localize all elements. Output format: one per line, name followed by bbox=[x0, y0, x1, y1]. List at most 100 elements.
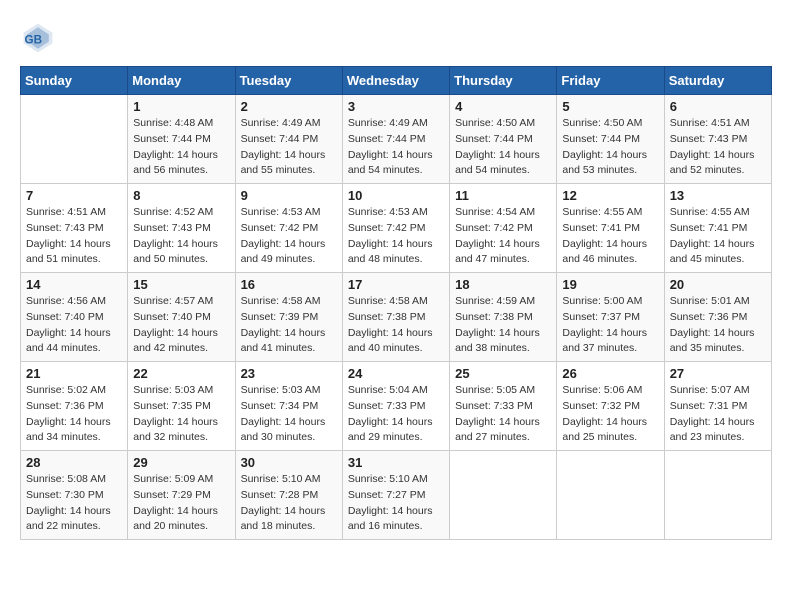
weekday-header: Tuesday bbox=[235, 67, 342, 95]
weekday-header: Saturday bbox=[664, 67, 771, 95]
day-number: 13 bbox=[670, 188, 766, 203]
day-number: 27 bbox=[670, 366, 766, 381]
day-number: 1 bbox=[133, 99, 229, 114]
day-info: Sunrise: 4:49 AMSunset: 7:44 PMDaylight:… bbox=[241, 116, 337, 179]
day-number: 2 bbox=[241, 99, 337, 114]
day-number: 24 bbox=[348, 366, 444, 381]
weekday-header: Wednesday bbox=[342, 67, 449, 95]
day-info: Sunrise: 5:02 AMSunset: 7:36 PMDaylight:… bbox=[26, 383, 122, 446]
calendar-cell: 28 Sunrise: 5:08 AMSunset: 7:30 PMDayligh… bbox=[21, 451, 128, 540]
day-info: Sunrise: 5:04 AMSunset: 7:33 PMDaylight:… bbox=[348, 383, 444, 446]
calendar-cell: 19Sunrise: 5:00 AMSunset: 7:37 PMDayligh… bbox=[557, 273, 664, 362]
weekday-header: Thursday bbox=[450, 67, 557, 95]
page-header: GB bbox=[20, 20, 772, 56]
calendar-cell: 22 Sunrise: 5:03 AMSunset: 7:35 PMDayligh… bbox=[128, 362, 235, 451]
day-number: 11 bbox=[455, 188, 551, 203]
calendar-cell: 8 Sunrise: 4:52 AMSunset: 7:43 PMDaylight… bbox=[128, 184, 235, 273]
day-info: Sunrise: 4:50 AMSunset: 7:44 PMDaylight:… bbox=[455, 116, 551, 179]
day-info: Sunrise: 4:54 AMSunset: 7:42 PMDaylight:… bbox=[455, 205, 551, 268]
calendar-cell bbox=[557, 451, 664, 540]
weekday-header-row: SundayMondayTuesdayWednesdayThursdayFrid… bbox=[21, 67, 772, 95]
calendar-cell: 3Sunrise: 4:49 AMSunset: 7:44 PMDaylight… bbox=[342, 95, 449, 184]
calendar-cell: 26 Sunrise: 5:06 AMSunset: 7:32 PMDayligh… bbox=[557, 362, 664, 451]
calendar-week-row: 1 Sunrise: 4:48 AMSunset: 7:44 PMDaylight… bbox=[21, 95, 772, 184]
calendar-cell: 31Sunrise: 5:10 AMSunset: 7:27 PMDayligh… bbox=[342, 451, 449, 540]
calendar-cell: 14 Sunrise: 4:56 AMSunset: 7:40 PMDayligh… bbox=[21, 273, 128, 362]
calendar-cell: 15 Sunrise: 4:57 AMSunset: 7:40 PMDayligh… bbox=[128, 273, 235, 362]
day-number: 14 bbox=[26, 277, 122, 292]
day-info: Sunrise: 4:56 AMSunset: 7:40 PMDaylight:… bbox=[26, 294, 122, 357]
day-info: Sunrise: 4:51 AMSunset: 7:43 PMDaylight:… bbox=[26, 205, 122, 268]
day-info: Sunrise: 4:53 AMSunset: 7:42 PMDaylight:… bbox=[348, 205, 444, 268]
day-info: Sunrise: 4:58 AMSunset: 7:39 PMDaylight:… bbox=[241, 294, 337, 357]
day-number: 25 bbox=[455, 366, 551, 381]
day-info: Sunrise: 5:10 AMSunset: 7:28 PMDaylight:… bbox=[241, 472, 337, 535]
calendar-cell: 17 Sunrise: 4:58 AMSunset: 7:38 PMDayligh… bbox=[342, 273, 449, 362]
day-info: Sunrise: 5:05 AMSunset: 7:33 PMDaylight:… bbox=[455, 383, 551, 446]
calendar-cell: 21 Sunrise: 5:02 AMSunset: 7:36 PMDayligh… bbox=[21, 362, 128, 451]
day-info: Sunrise: 5:06 AMSunset: 7:32 PMDaylight:… bbox=[562, 383, 658, 446]
calendar-week-row: 7 Sunrise: 4:51 AMSunset: 7:43 PMDaylight… bbox=[21, 184, 772, 273]
calendar-cell: 18Sunrise: 4:59 AMSunset: 7:38 PMDayligh… bbox=[450, 273, 557, 362]
day-number: 19 bbox=[562, 277, 658, 292]
day-number: 4 bbox=[455, 99, 551, 114]
day-info: Sunrise: 4:55 AMSunset: 7:41 PMDaylight:… bbox=[670, 205, 766, 268]
day-info: Sunrise: 5:03 AMSunset: 7:35 PMDaylight:… bbox=[133, 383, 229, 446]
calendar-cell: 2 Sunrise: 4:49 AMSunset: 7:44 PMDaylight… bbox=[235, 95, 342, 184]
day-info: Sunrise: 4:49 AMSunset: 7:44 PMDaylight:… bbox=[348, 116, 444, 179]
day-number: 22 bbox=[133, 366, 229, 381]
calendar-cell: 24 Sunrise: 5:04 AMSunset: 7:33 PMDayligh… bbox=[342, 362, 449, 451]
weekday-header: Monday bbox=[128, 67, 235, 95]
svg-text:GB: GB bbox=[25, 33, 43, 46]
day-info: Sunrise: 5:07 AMSunset: 7:31 PMDaylight:… bbox=[670, 383, 766, 446]
calendar-cell: 20 Sunrise: 5:01 AMSunset: 7:36 PMDayligh… bbox=[664, 273, 771, 362]
day-info: Sunrise: 5:09 AMSunset: 7:29 PMDaylight:… bbox=[133, 472, 229, 535]
calendar-cell: 9 Sunrise: 4:53 AMSunset: 7:42 PMDaylight… bbox=[235, 184, 342, 273]
day-number: 8 bbox=[133, 188, 229, 203]
calendar-cell bbox=[450, 451, 557, 540]
calendar-cell: 7 Sunrise: 4:51 AMSunset: 7:43 PMDaylight… bbox=[21, 184, 128, 273]
day-info: Sunrise: 4:58 AMSunset: 7:38 PMDaylight:… bbox=[348, 294, 444, 357]
day-info: Sunrise: 4:55 AMSunset: 7:41 PMDaylight:… bbox=[562, 205, 658, 268]
day-number: 7 bbox=[26, 188, 122, 203]
day-info: Sunrise: 5:08 AMSunset: 7:30 PMDaylight:… bbox=[26, 472, 122, 535]
day-number: 6 bbox=[670, 99, 766, 114]
calendar-cell: 25 Sunrise: 5:05 AMSunset: 7:33 PMDayligh… bbox=[450, 362, 557, 451]
calendar-cell: 23 Sunrise: 5:03 AMSunset: 7:34 PMDayligh… bbox=[235, 362, 342, 451]
calendar-cell: 16Sunrise: 4:58 AMSunset: 7:39 PMDayligh… bbox=[235, 273, 342, 362]
calendar-cell: 29Sunrise: 5:09 AMSunset: 7:29 PMDayligh… bbox=[128, 451, 235, 540]
weekday-header: Friday bbox=[557, 67, 664, 95]
day-number: 17 bbox=[348, 277, 444, 292]
weekday-header: Sunday bbox=[21, 67, 128, 95]
calendar-cell: 5Sunrise: 4:50 AMSunset: 7:44 PMDaylight… bbox=[557, 95, 664, 184]
day-number: 20 bbox=[670, 277, 766, 292]
calendar-cell bbox=[21, 95, 128, 184]
day-info: Sunrise: 4:57 AMSunset: 7:40 PMDaylight:… bbox=[133, 294, 229, 357]
calendar-week-row: 14 Sunrise: 4:56 AMSunset: 7:40 PMDayligh… bbox=[21, 273, 772, 362]
calendar-cell: 4 Sunrise: 4:50 AMSunset: 7:44 PMDaylight… bbox=[450, 95, 557, 184]
calendar-cell: 27 Sunrise: 5:07 AMSunset: 7:31 PMDayligh… bbox=[664, 362, 771, 451]
day-info: Sunrise: 4:53 AMSunset: 7:42 PMDaylight:… bbox=[241, 205, 337, 268]
day-number: 10 bbox=[348, 188, 444, 203]
calendar-cell: 11 Sunrise: 4:54 AMSunset: 7:42 PMDayligh… bbox=[450, 184, 557, 273]
day-number: 15 bbox=[133, 277, 229, 292]
calendar-cell: 1 Sunrise: 4:48 AMSunset: 7:44 PMDaylight… bbox=[128, 95, 235, 184]
day-info: Sunrise: 4:48 AMSunset: 7:44 PMDaylight:… bbox=[133, 116, 229, 179]
day-info: Sunrise: 4:51 AMSunset: 7:43 PMDaylight:… bbox=[670, 116, 766, 179]
logo: GB bbox=[20, 20, 60, 56]
day-info: Sunrise: 4:52 AMSunset: 7:43 PMDaylight:… bbox=[133, 205, 229, 268]
calendar-table: SundayMondayTuesdayWednesdayThursdayFrid… bbox=[20, 66, 772, 540]
calendar-cell bbox=[664, 451, 771, 540]
day-number: 23 bbox=[241, 366, 337, 381]
day-info: Sunrise: 5:03 AMSunset: 7:34 PMDaylight:… bbox=[241, 383, 337, 446]
day-info: Sunrise: 4:59 AMSunset: 7:38 PMDaylight:… bbox=[455, 294, 551, 357]
calendar-cell: 30Sunrise: 5:10 AMSunset: 7:28 PMDayligh… bbox=[235, 451, 342, 540]
calendar-cell: 13 Sunrise: 4:55 AMSunset: 7:41 PMDayligh… bbox=[664, 184, 771, 273]
day-number: 26 bbox=[562, 366, 658, 381]
day-info: Sunrise: 5:01 AMSunset: 7:36 PMDaylight:… bbox=[670, 294, 766, 357]
day-number: 31 bbox=[348, 455, 444, 470]
day-number: 28 bbox=[26, 455, 122, 470]
day-number: 21 bbox=[26, 366, 122, 381]
day-number: 9 bbox=[241, 188, 337, 203]
calendar-week-row: 28 Sunrise: 5:08 AMSunset: 7:30 PMDayligh… bbox=[21, 451, 772, 540]
